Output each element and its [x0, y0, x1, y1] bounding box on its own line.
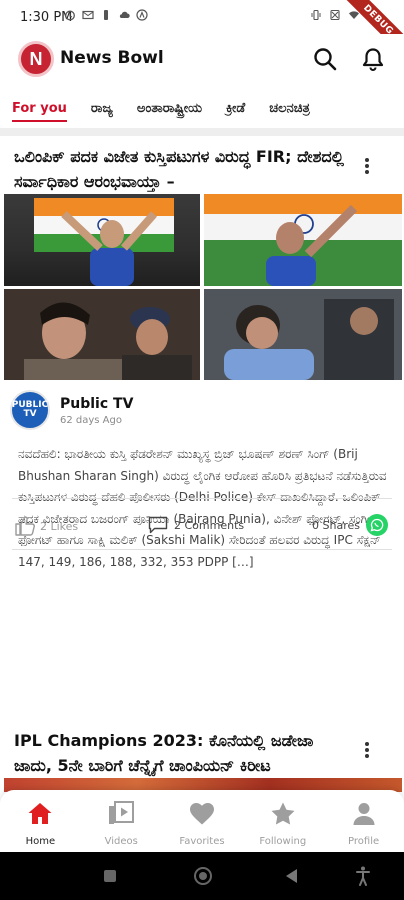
back-icon[interactable]	[286, 869, 297, 883]
tabs-divider	[0, 128, 404, 136]
article-headline[interactable]: IPL Champions 2023: ಕೊನೆಯಲ್ಲಿ ಜಡೇಜಾ ಜಾದು…	[14, 728, 346, 778]
system-navigation-bar	[0, 852, 404, 900]
nav-profile[interactable]: Profile	[323, 790, 404, 852]
accessibility-icon[interactable]	[356, 866, 370, 886]
home-icon	[28, 803, 52, 824]
comment-icon	[148, 516, 168, 534]
source-logo[interactable]: PUBLIC TV	[10, 390, 50, 430]
status-left-icons	[64, 9, 148, 21]
status-bar: 1:30 PM DEBUG	[0, 0, 404, 63]
thumbs-up-icon	[15, 516, 35, 536]
person-icon	[353, 803, 375, 825]
divider	[12, 498, 392, 499]
star-icon	[271, 802, 295, 825]
whatsapp-icon[interactable]	[365, 514, 388, 536]
like-button[interactable]: 2 Likes	[14, 516, 78, 536]
article-image	[204, 289, 402, 380]
tab-state[interactable]: ರಾಜ್ಯ	[91, 95, 113, 122]
comment-button[interactable]: 2 Comments	[148, 516, 244, 534]
nav-label: Videos	[104, 836, 138, 847]
share-button[interactable]: 0 Shares	[312, 514, 388, 536]
source-name[interactable]: Public TV	[60, 396, 133, 412]
publish-time: 62 days Ago	[60, 415, 122, 426]
nav-home[interactable]: Home	[0, 790, 81, 852]
video-icon	[109, 801, 135, 824]
assistant-icon	[136, 9, 148, 21]
nav-following[interactable]: Following	[242, 790, 323, 852]
vibrate-icon	[311, 9, 321, 21]
nav-label: Favorites	[179, 836, 225, 847]
recents-icon[interactable]	[104, 870, 116, 882]
no-sim-icon	[330, 9, 340, 21]
article-actions: 2 Likes 2 Comments 0 Shares	[0, 512, 404, 540]
nav-label: Profile	[348, 836, 380, 847]
mail-icon	[82, 10, 94, 20]
comment-count: 2 Comments	[174, 518, 245, 532]
nav-label: Following	[259, 836, 307, 847]
more-options-icon[interactable]	[360, 740, 374, 760]
like-count: 2 Likes	[40, 519, 79, 533]
bottom-navigation: Home Videos Favorites Following Profile	[0, 790, 404, 852]
app-title: News Bowl	[60, 48, 164, 68]
logo-letter: N	[29, 48, 43, 69]
heart-icon	[189, 803, 214, 825]
key-icon	[104, 10, 108, 20]
share-count: 0 Shares	[312, 518, 360, 532]
cloud-icon	[119, 11, 130, 18]
article-headline[interactable]: ಒಲಿಂಪಿಕ್ ಪದಕ ವಿಜೇತ ಕುಸ್ತಿಪಟುಗಳ ವಿರುದ್ಧ F…	[14, 144, 346, 194]
article-image	[204, 194, 402, 286]
app-bar: N News Bowl	[0, 34, 404, 88]
source-logo-text: PUBLIC TV	[11, 400, 49, 419]
home-button-icon[interactable]	[194, 867, 212, 885]
tab-for-you[interactable]: For you	[12, 95, 67, 122]
tab-sports[interactable]: ಕ್ರೀಡೆ	[226, 95, 245, 122]
notification-bell-icon[interactable]	[360, 46, 386, 72]
article-image	[4, 289, 200, 380]
tab-cinema[interactable]: ಚಲನಚಿತ್ರ	[269, 95, 310, 122]
article-image	[4, 194, 200, 286]
tab-international[interactable]: ಅಂತಾರಾಷ್ಟ್ರೀಯ	[137, 95, 202, 122]
status-right-icons	[310, 9, 360, 21]
article-summary[interactable]: ನವದೆಹಲಿ: ಭಾರತೀಯ ಕುಸ್ತಿ ಫೆಡರೇಶನ್ ಮುಖ್ಯಸ್ಥ…	[18, 444, 388, 573]
nav-label: Home	[25, 836, 56, 847]
article-image-grid[interactable]	[4, 194, 402, 380]
category-tabs: For you ರಾಜ್ಯ ಅಂತಾರಾಷ್ಟ್ರೀಯ ಕ್ರೀಡೆ ಚಲನಚಿ…	[0, 88, 404, 128]
alarm-icon	[65, 10, 75, 21]
nav-videos[interactable]: Videos	[81, 790, 162, 852]
more-options-icon[interactable]	[360, 156, 374, 176]
nav-favorites[interactable]: Favorites	[162, 790, 243, 852]
search-icon[interactable]	[312, 46, 338, 72]
app-logo: N	[18, 41, 54, 77]
divider	[12, 549, 392, 550]
